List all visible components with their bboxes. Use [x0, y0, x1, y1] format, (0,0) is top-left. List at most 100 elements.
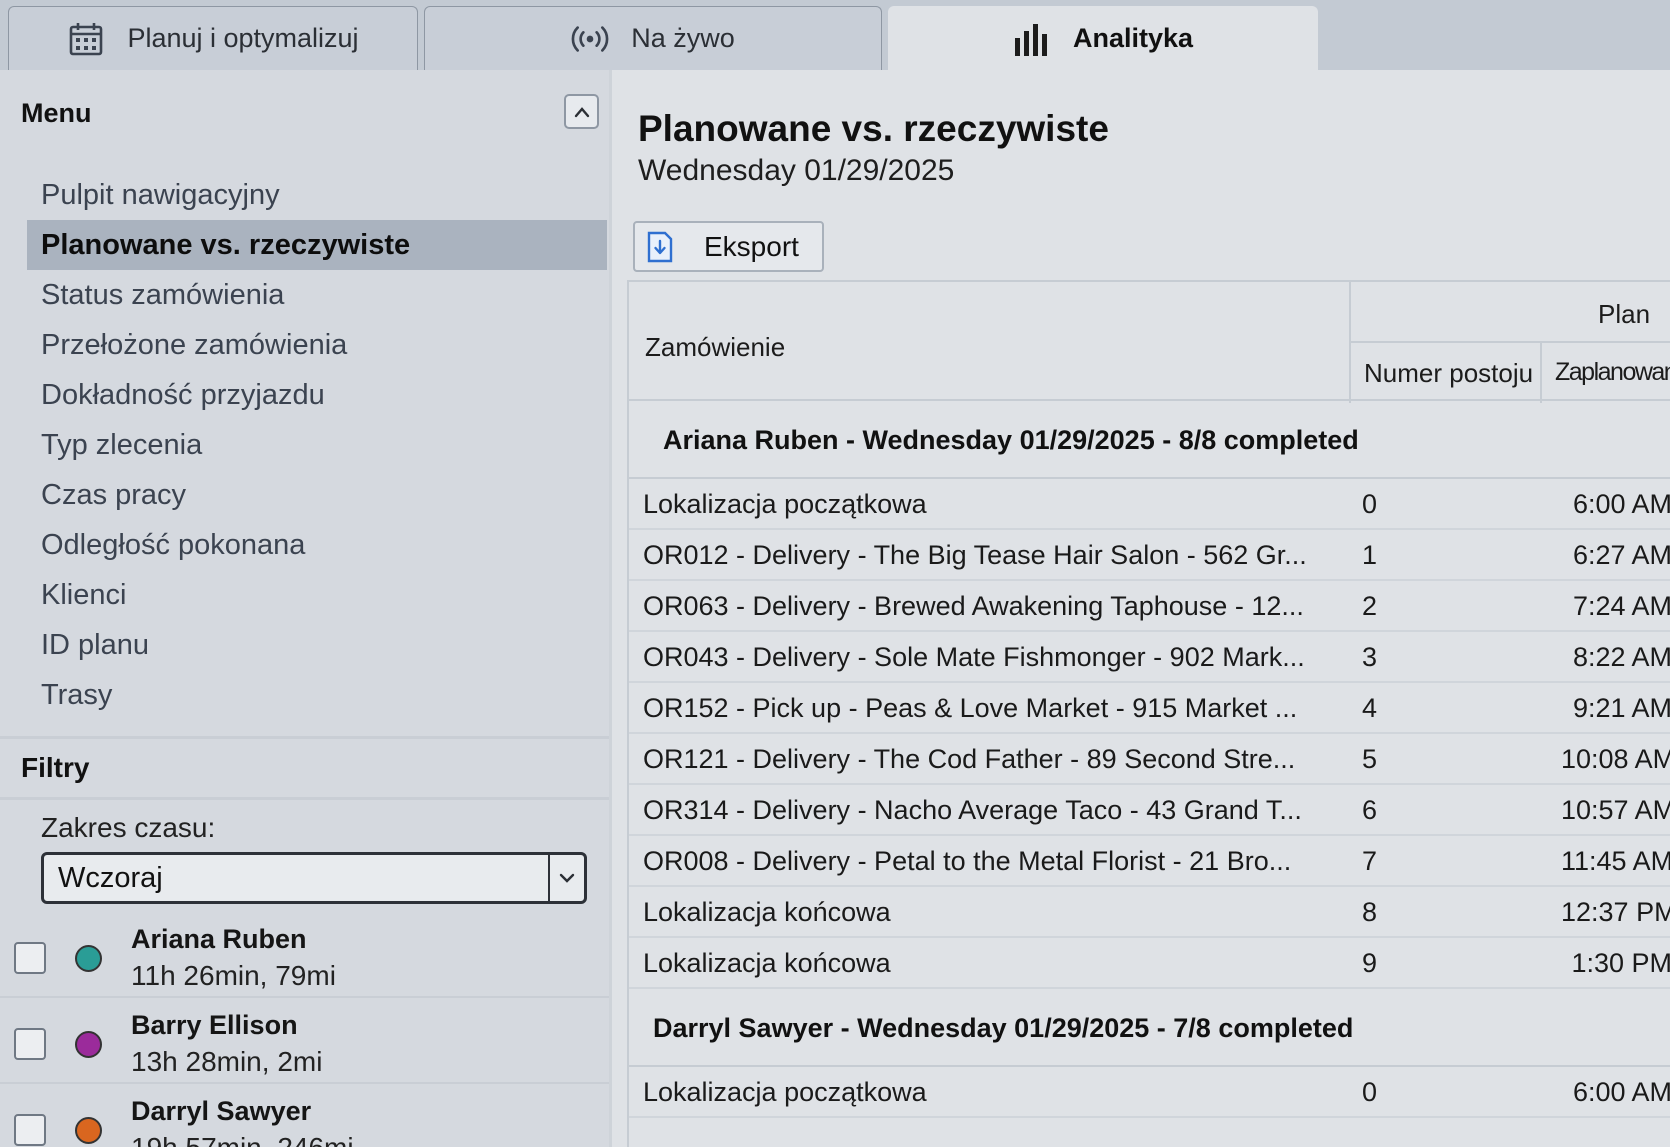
table-row[interactable]: Lokalizacja końcowa 9 1:30 PM — [629, 938, 1670, 989]
menu-item-planned-vs-actual[interactable]: Planowane vs. rzeczywiste — [27, 220, 607, 270]
cell-order: Lokalizacja końcowa — [643, 948, 891, 978]
table-row[interactable]: OR152 - Pick up - Peas & Love Market - 9… — [629, 683, 1670, 734]
cell-scheduled-time: 10:08 AM — [1561, 744, 1670, 774]
driver-item: Barry Ellison 13h 28min, 2mi — [0, 1000, 609, 1084]
divider — [0, 736, 609, 739]
driver-color-dot — [75, 945, 102, 972]
driver-color-dot — [75, 1031, 102, 1058]
cell-order: OR121 - Delivery - The Cod Father - 89 S… — [643, 744, 1296, 774]
table-row[interactable]: OR008 - Delivery - Petal to the Metal Fl… — [629, 836, 1670, 887]
chevron-up-icon — [574, 106, 589, 117]
driver-checkbox[interactable] — [14, 942, 46, 974]
menu-item-customers[interactable]: Klienci — [27, 570, 607, 620]
table-row[interactable]: OR043 - Delivery - Sole Mate Fishmonger … — [629, 632, 1670, 683]
time-range-value: Wczoraj — [58, 861, 163, 894]
bar-chart-icon — [1013, 20, 1051, 58]
group-title: Ariana Ruben - Wednesday 01/29/2025 - 8/… — [663, 425, 1359, 455]
cell-scheduled-time: 8:22 AM — [1572, 642, 1670, 672]
menu-item-order-type[interactable]: Typ zlecenia — [27, 420, 607, 470]
menu-item-arrival-accuracy[interactable]: Dokładność przyjazdu — [27, 370, 607, 420]
cell-scheduled-time: 7:24 AM — [1572, 591, 1670, 621]
column-header-stop-number[interactable]: Numer postoju — [1364, 358, 1533, 389]
header-divider — [1349, 341, 1670, 343]
cell-scheduled-time: 12:37 PM — [1561, 897, 1670, 927]
chevron-down-icon[interactable] — [548, 855, 584, 901]
column-header-scheduled[interactable]: Zaplanowane — [1555, 358, 1670, 387]
cell-stop-number: 1 — [1362, 540, 1378, 570]
driver-name: Barry Ellison — [131, 1010, 298, 1040]
driver-checkbox[interactable] — [14, 1028, 46, 1060]
cell-order: Lokalizacja początkowa — [643, 489, 927, 519]
cell-order: OR008 - Delivery - Petal to the Metal Fl… — [643, 846, 1292, 876]
export-button[interactable]: Eksport — [633, 221, 824, 272]
cell-stop-number: 9 — [1362, 948, 1378, 978]
cell-scheduled-time: 1:30 PM — [1571, 948, 1670, 978]
cell-stop-number: 3 — [1362, 642, 1378, 672]
cell-stop-number: 4 — [1362, 693, 1378, 723]
column-divider — [1540, 341, 1542, 403]
time-range-select[interactable]: Wczoraj — [41, 852, 587, 904]
tab-analytics[interactable]: Analityka — [888, 6, 1318, 70]
menu-item-dashboard[interactable]: Pulpit nawigacyjny — [27, 170, 607, 220]
cell-stop-number: 7 — [1362, 846, 1378, 876]
collapse-menu-button[interactable] — [564, 94, 599, 129]
cell-stop-number: 0 — [1362, 489, 1378, 519]
sidebar: Menu Pulpit nawigacyjny Planowane vs. rz… — [0, 70, 612, 1147]
file-download-icon — [647, 231, 673, 262]
group-header[interactable]: Ariana Ruben - Wednesday 01/29/2025 - 8/… — [629, 401, 1670, 479]
table-row[interactable]: OR012 - Delivery - The Big Tease Hair Sa… — [629, 530, 1670, 581]
cell-stop-number: 0 — [1362, 1077, 1378, 1107]
driver-name: Darryl Sawyer — [131, 1096, 312, 1126]
planned-vs-actual-table: Zamówienie Plan Numer postoju Zaplanowan… — [627, 280, 1670, 1147]
cell-order: OR063 - Delivery - Brewed Awakening Taph… — [643, 591, 1304, 621]
cell-scheduled-time: 9:21 AM — [1572, 693, 1670, 723]
tab-label: Analityka — [1072, 23, 1194, 53]
page-title: Planowane vs. rzeczywiste — [638, 108, 1109, 149]
driver-item: Darryl Sawyer 19h 57min, 246mi — [0, 1086, 609, 1147]
driver-stats: 11h 26min, 79mi — [131, 960, 336, 991]
table-row[interactable]: Lokalizacja końcowa 8 12:37 PM — [629, 887, 1670, 938]
menu-item-distance[interactable]: Odległość pokonana — [27, 520, 607, 570]
driver-checkbox[interactable] — [14, 1114, 46, 1146]
cell-scheduled-time: 6:27 AM — [1572, 540, 1670, 570]
menu-title: Menu — [21, 98, 92, 128]
time-range-label: Zakres czasu: — [41, 812, 216, 843]
menu-item-order-status[interactable]: Status zamówienia — [27, 270, 607, 320]
cell-order: OR043 - Delivery - Sole Mate Fishmonger … — [643, 642, 1305, 672]
driver-color-dot — [75, 1117, 102, 1144]
column-header-order[interactable]: Zamówienie — [645, 332, 785, 363]
menu-item-routes[interactable]: Trasy — [27, 670, 607, 720]
menu-item-plan-id[interactable]: ID planu — [27, 620, 607, 670]
menu-item-rescheduled-orders[interactable]: Przełożone zamówienia — [27, 320, 607, 370]
cell-scheduled-time: 6:00 AM — [1572, 489, 1670, 519]
cell-order: OR012 - Delivery - The Big Tease Hair Sa… — [643, 540, 1307, 570]
divider — [0, 797, 609, 800]
cell-stop-number: 6 — [1362, 795, 1378, 825]
table-row[interactable]: Lokalizacja początkowa 0 6:00 AM — [629, 479, 1670, 530]
group-title: Darryl Sawyer - Wednesday 01/29/2025 - 7… — [653, 1013, 1354, 1043]
cell-stop-number: 8 — [1362, 897, 1378, 927]
cell-order: OR152 - Pick up - Peas & Love Market - 9… — [643, 693, 1298, 723]
table-row[interactable]: OR063 - Delivery - Brewed Awakening Taph… — [629, 581, 1670, 632]
cell-scheduled-time: 11:45 AM — [1561, 846, 1670, 876]
page-date: Wednesday 01/29/2025 — [638, 154, 955, 187]
main-content: Planowane vs. rzeczywiste Wednesday 01/2… — [612, 70, 1670, 1147]
menu-item-work-time[interactable]: Czas pracy — [27, 470, 607, 520]
driver-item: Ariana Ruben 11h 26min, 79mi — [0, 914, 609, 998]
top-tab-bar: Planuj i optymalizuj Na żywo Analityka — [0, 0, 1670, 70]
driver-stats: 19h 57min, 246mi — [131, 1132, 354, 1147]
filters-title: Filtry — [21, 752, 90, 783]
tab-plan-optimize[interactable]: Planuj i optymalizuj — [8, 6, 418, 70]
tab-live[interactable]: Na żywo — [424, 6, 882, 70]
table-row[interactable]: OR314 - Delivery - Nacho Average Taco - … — [629, 785, 1670, 836]
table-row[interactable]: Lokalizacja początkowa 0 6:00 AM — [629, 1067, 1670, 1118]
broadcast-icon — [571, 20, 609, 58]
cell-stop-number: 2 — [1362, 591, 1378, 621]
cell-order: Lokalizacja końcowa — [643, 897, 891, 927]
cell-stop-number: 5 — [1362, 744, 1378, 774]
group-header[interactable]: Darryl Sawyer - Wednesday 01/29/2025 - 7… — [629, 989, 1670, 1067]
cell-scheduled-time: 6:00 AM — [1572, 1077, 1670, 1107]
cell-order: OR314 - Delivery - Nacho Average Taco - … — [643, 795, 1302, 825]
export-label: Eksport — [704, 230, 799, 262]
table-row[interactable]: OR121 - Delivery - The Cod Father - 89 S… — [629, 734, 1670, 785]
